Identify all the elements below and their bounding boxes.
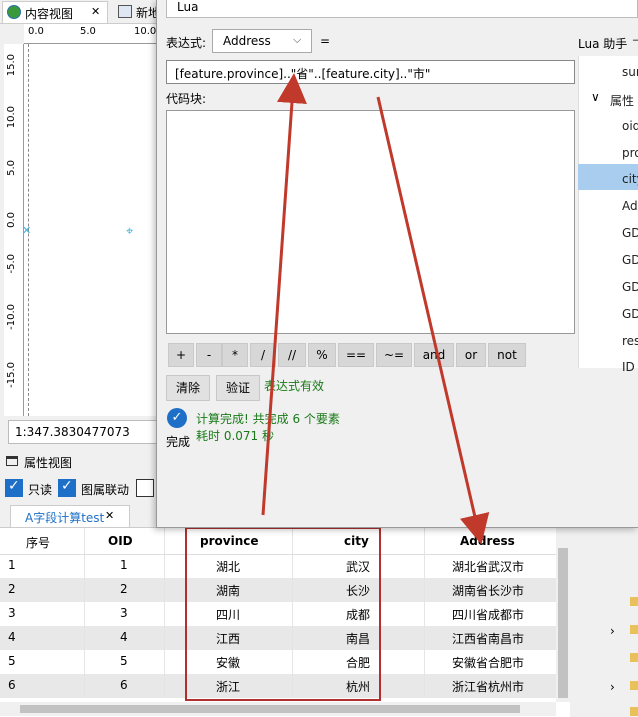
annotation-arrows: [261, 73, 490, 545]
arrow-address: [376, 96, 490, 545]
arrow-province: [261, 73, 307, 516]
